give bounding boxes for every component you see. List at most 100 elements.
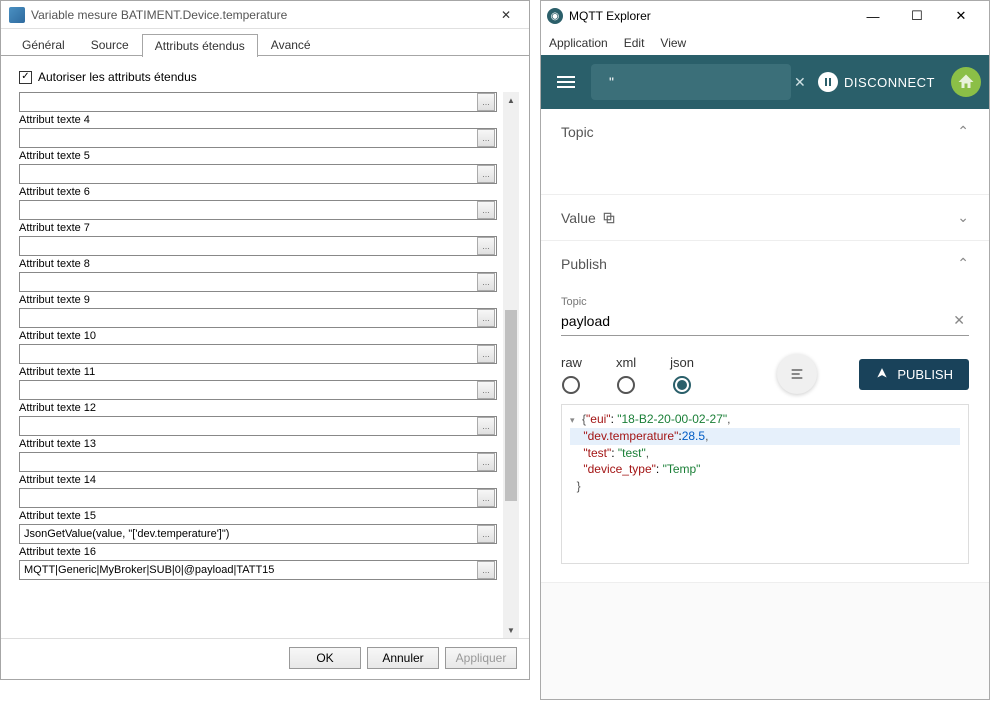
scrollbar[interactable]: ▲ ▼ — [503, 92, 519, 638]
mqtt-logo-icon: ◉ — [547, 8, 563, 24]
cancel-button[interactable]: Annuler — [367, 647, 439, 669]
attr-browse-button[interactable]: … — [477, 129, 495, 147]
json-line[interactable]: "device_type": "Temp" — [570, 461, 960, 478]
attr-field: … — [19, 128, 497, 148]
radio-raw[interactable] — [562, 376, 580, 394]
attr-browse-button[interactable]: … — [477, 309, 495, 327]
value-section-label: Value — [561, 210, 596, 226]
mqtt-toolbar: ✕ DISCONNECT — [541, 55, 989, 109]
attr-browse-button[interactable]: … — [477, 93, 495, 111]
attr-label: Attribut texte 14 — [19, 474, 497, 486]
attr-browse-button[interactable]: … — [477, 525, 495, 543]
attr-input[interactable] — [20, 93, 476, 111]
attr-group: Attribut texte 9… — [19, 294, 497, 328]
disconnect-label: DISCONNECT — [844, 75, 935, 90]
attr-browse-button[interactable]: … — [477, 237, 495, 255]
attr-group: Attribut texte 8 … — [19, 258, 497, 292]
json-line[interactable]: ▾{"eui": "18-B2-20-00-02-27", — [570, 411, 960, 428]
format-raw[interactable]: raw — [561, 355, 582, 394]
attr-browse-button[interactable]: … — [477, 417, 495, 435]
attr-label: Attribut texte 16 — [19, 546, 497, 558]
tab-general[interactable]: Général — [9, 33, 78, 56]
attr-label: Attribut texte 11 — [19, 366, 497, 378]
attr-input[interactable] — [20, 381, 476, 399]
attr-group: Attribut texte 11 … — [19, 366, 497, 400]
publish-section: Publish ⌃ Topic ✕ raw xml — [541, 241, 989, 583]
attr-input[interactable] — [20, 165, 476, 183]
maximize-button[interactable]: ☐ — [895, 2, 939, 30]
format-raw-label: raw — [561, 355, 582, 370]
format-options-button[interactable] — [777, 354, 817, 394]
attr-label: Attribut texte 4 — [19, 114, 497, 126]
mqtt-body: Topic ⌃ Value ⌄ Publish ⌃ Topic — [541, 109, 989, 699]
attr-group: Attribut texte 4 … — [19, 114, 497, 148]
dialog-button-row: OK Annuler Appliquer — [1, 638, 529, 679]
apply-button: Appliquer — [445, 647, 517, 669]
menu-icon[interactable] — [549, 68, 583, 96]
format-xml[interactable]: xml — [616, 355, 636, 394]
attr-input[interactable] — [20, 561, 476, 579]
attr-input[interactable] — [20, 417, 476, 435]
clear-topic-icon[interactable]: ✕ — [949, 312, 969, 329]
window-close-button[interactable]: ✕ — [939, 2, 983, 30]
menu-application[interactable]: Application — [549, 36, 608, 50]
attr-label: Attribut texte 10 — [19, 330, 497, 342]
attr-input[interactable] — [20, 453, 476, 471]
menu-view[interactable]: View — [660, 36, 686, 50]
radio-xml[interactable] — [617, 376, 635, 394]
ok-button[interactable]: OK — [289, 647, 361, 669]
publish-button[interactable]: PUBLISH — [859, 359, 969, 390]
search-box[interactable]: ✕ — [591, 64, 791, 100]
attr-input[interactable] — [20, 309, 476, 327]
json-line[interactable]: "dev.temperature":28.5, — [570, 428, 960, 445]
scroll-up-arrow[interactable]: ▲ — [503, 92, 519, 108]
tab-extended-attrs[interactable]: Attributs étendus — [142, 34, 258, 57]
attr-input[interactable] — [20, 273, 476, 291]
tab-advanced[interactable]: Avancé — [258, 33, 324, 56]
attr-input[interactable] — [20, 129, 476, 147]
attr-browse-button[interactable]: … — [477, 345, 495, 363]
dialog-title: Variable mesure BATIMENT.Device.temperat… — [31, 8, 491, 22]
search-input[interactable] — [609, 74, 790, 90]
json-line[interactable]: "test": "test", — [570, 445, 960, 462]
attr-browse-button[interactable]: … — [477, 489, 495, 507]
topic-head[interactable]: Topic ⌃ — [541, 109, 989, 154]
attr-label: Attribut texte 5 — [19, 150, 497, 162]
attr-input[interactable] — [20, 237, 476, 255]
format-row: raw xml json — [561, 354, 969, 394]
copy-icon[interactable] — [602, 211, 616, 225]
scroll-thumb[interactable] — [505, 310, 517, 501]
attr-field: … — [19, 416, 497, 436]
attr-browse-button[interactable]: … — [477, 561, 495, 579]
attrs-scroll: …Attribut texte 4…Attribut texte 5…Attri… — [19, 92, 519, 638]
attr-input[interactable] — [20, 345, 476, 363]
attr-field: … — [19, 560, 497, 580]
allow-extended-checkbox[interactable] — [19, 71, 32, 84]
menu-edit[interactable]: Edit — [624, 36, 645, 50]
tab-source[interactable]: Source — [78, 33, 142, 56]
search-clear-icon[interactable]: ✕ — [790, 74, 810, 91]
value-head[interactable]: Value ⌄ — [541, 195, 989, 240]
publish-head[interactable]: Publish ⌃ — [541, 241, 989, 286]
attr-group: Attribut texte 15… — [19, 510, 497, 544]
attr-browse-button[interactable]: … — [477, 453, 495, 471]
attr-browse-button[interactable]: … — [477, 381, 495, 399]
attr-group: Attribut texte 7… — [19, 222, 497, 256]
radio-json[interactable] — [673, 376, 691, 394]
json-line[interactable]: } — [570, 478, 960, 495]
attr-browse-button[interactable]: … — [477, 201, 495, 219]
attr-input[interactable] — [20, 201, 476, 219]
json-editor[interactable]: ▾{"eui": "18-B2-20-00-02-27", "dev.tempe… — [561, 404, 969, 564]
attr-browse-button[interactable]: … — [477, 165, 495, 183]
attr-label: Attribut texte 8 — [19, 258, 497, 270]
attr-browse-button[interactable]: … — [477, 273, 495, 291]
format-json[interactable]: json — [670, 355, 694, 394]
scroll-down-arrow[interactable]: ▼ — [503, 622, 519, 638]
close-button[interactable]: ✕ — [491, 2, 521, 28]
attr-group: Attribut texte 16 … — [19, 546, 497, 580]
attr-input[interactable] — [20, 489, 476, 507]
minimize-button[interactable]: — — [851, 2, 895, 30]
publish-topic-input[interactable] — [561, 313, 949, 329]
attr-input[interactable] — [20, 525, 476, 543]
disconnect-button[interactable]: DISCONNECT — [818, 72, 935, 92]
